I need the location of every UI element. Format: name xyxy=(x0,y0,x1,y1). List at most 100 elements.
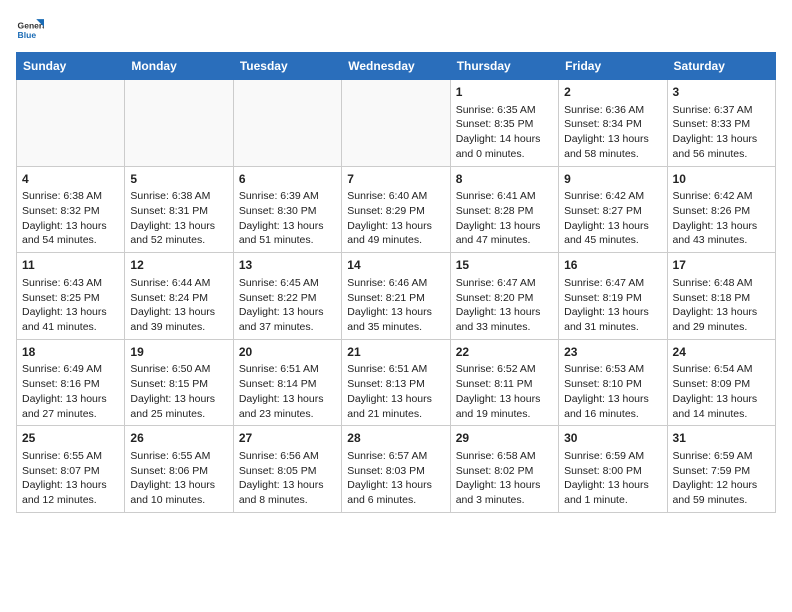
day-info: Sunrise: 6:46 AMSunset: 8:21 PMDaylight:… xyxy=(347,276,444,335)
day-number: 30 xyxy=(564,430,661,447)
weekday-header-thursday: Thursday xyxy=(450,53,558,80)
weekday-header-friday: Friday xyxy=(559,53,667,80)
day-number: 21 xyxy=(347,344,444,361)
day-info: Sunrise: 6:51 AMSunset: 8:13 PMDaylight:… xyxy=(347,362,444,421)
calendar-cell: 2Sunrise: 6:36 AMSunset: 8:34 PMDaylight… xyxy=(559,80,667,167)
calendar-cell: 7Sunrise: 6:40 AMSunset: 8:29 PMDaylight… xyxy=(342,166,450,253)
logo: General Blue xyxy=(16,16,44,44)
day-info: Sunrise: 6:42 AMSunset: 8:26 PMDaylight:… xyxy=(673,189,770,248)
day-info: Sunrise: 6:43 AMSunset: 8:25 PMDaylight:… xyxy=(22,276,119,335)
day-info: Sunrise: 6:47 AMSunset: 8:20 PMDaylight:… xyxy=(456,276,553,335)
day-number: 26 xyxy=(130,430,227,447)
weekday-header-saturday: Saturday xyxy=(667,53,775,80)
day-number: 31 xyxy=(673,430,770,447)
day-number: 10 xyxy=(673,171,770,188)
day-number: 6 xyxy=(239,171,336,188)
day-number: 28 xyxy=(347,430,444,447)
day-number: 1 xyxy=(456,84,553,101)
calendar-cell: 18Sunrise: 6:49 AMSunset: 8:16 PMDayligh… xyxy=(17,339,125,426)
day-number: 9 xyxy=(564,171,661,188)
calendar-week-3: 11 Sunrise: 6:43 AMSunset: 8:25 PMDayligh… xyxy=(17,253,776,340)
day-number: 3 xyxy=(673,84,770,101)
calendar-cell xyxy=(342,80,450,167)
calendar-cell: 30 Sunrise: 6:59 AMSunset: 8:00 PMDayligh… xyxy=(559,426,667,513)
calendar-cell: 17Sunrise: 6:48 AMSunset: 8:18 PMDayligh… xyxy=(667,253,775,340)
day-info: Sunrise: 6:56 AMSunset: 8:05 PMDaylight:… xyxy=(239,449,336,508)
day-number: 14 xyxy=(347,257,444,274)
day-info: Sunrise: 6:38 AMSunset: 8:32 PMDaylight:… xyxy=(22,189,119,248)
day-info: Sunrise: 6:55 AMSunset: 8:07 PMDaylight:… xyxy=(22,449,119,508)
day-number: 11 xyxy=(22,257,119,274)
calendar-cell: 23Sunrise: 6:53 AMSunset: 8:10 PMDayligh… xyxy=(559,339,667,426)
calendar-cell: 28 Sunrise: 6:57 AMSunset: 8:03 PMDayligh… xyxy=(342,426,450,513)
day-info: Sunrise: 6:37 AMSunset: 8:33 PMDaylight:… xyxy=(673,103,770,162)
calendar-cell: 9Sunrise: 6:42 AMSunset: 8:27 PMDaylight… xyxy=(559,166,667,253)
calendar-cell: 12Sunrise: 6:44 AMSunset: 8:24 PMDayligh… xyxy=(125,253,233,340)
calendar-cell: 29 Sunrise: 6:58 AMSunset: 8:02 PMDayligh… xyxy=(450,426,558,513)
day-number: 22 xyxy=(456,344,553,361)
calendar-cell: 3 Sunrise: 6:37 AMSunset: 8:33 PMDaylight… xyxy=(667,80,775,167)
calendar-cell: 10Sunrise: 6:42 AMSunset: 8:26 PMDayligh… xyxy=(667,166,775,253)
weekday-header-wednesday: Wednesday xyxy=(342,53,450,80)
calendar-cell: 24Sunrise: 6:54 AMSunset: 8:09 PMDayligh… xyxy=(667,339,775,426)
day-number: 4 xyxy=(22,171,119,188)
calendar-cell: 6Sunrise: 6:39 AMSunset: 8:30 PMDaylight… xyxy=(233,166,341,253)
calendar-table: SundayMondayTuesdayWednesdayThursdayFrid… xyxy=(16,52,776,513)
day-info: Sunrise: 6:45 AMSunset: 8:22 PMDaylight:… xyxy=(239,276,336,335)
day-info: Sunrise: 6:52 AMSunset: 8:11 PMDaylight:… xyxy=(456,362,553,421)
day-info: Sunrise: 6:36 AMSunset: 8:34 PMDaylight:… xyxy=(564,103,661,162)
day-number: 8 xyxy=(456,171,553,188)
calendar-cell: 14 Sunrise: 6:46 AMSunset: 8:21 PMDayligh… xyxy=(342,253,450,340)
day-info: Sunrise: 6:38 AMSunset: 8:31 PMDaylight:… xyxy=(130,189,227,248)
calendar-week-1: 1 Sunrise: 6:35 AMSunset: 8:35 PMDaylight… xyxy=(17,80,776,167)
day-number: 24 xyxy=(673,344,770,361)
calendar-cell: 27 Sunrise: 6:56 AMSunset: 8:05 PMDayligh… xyxy=(233,426,341,513)
calendar-cell: 26 Sunrise: 6:55 AMSunset: 8:06 PMDayligh… xyxy=(125,426,233,513)
day-info: Sunrise: 6:59 AMSunset: 7:59 PMDaylight:… xyxy=(673,449,770,508)
day-info: Sunrise: 6:55 AMSunset: 8:06 PMDaylight:… xyxy=(130,449,227,508)
day-info: Sunrise: 6:39 AMSunset: 8:30 PMDaylight:… xyxy=(239,189,336,248)
day-info: Sunrise: 6:49 AMSunset: 8:16 PMDaylight:… xyxy=(22,362,119,421)
day-info: Sunrise: 6:44 AMSunset: 8:24 PMDaylight:… xyxy=(130,276,227,335)
day-number: 5 xyxy=(130,171,227,188)
day-info: Sunrise: 6:51 AMSunset: 8:14 PMDaylight:… xyxy=(239,362,336,421)
day-number: 7 xyxy=(347,171,444,188)
day-info: Sunrise: 6:41 AMSunset: 8:28 PMDaylight:… xyxy=(456,189,553,248)
calendar-cell xyxy=(233,80,341,167)
day-number: 17 xyxy=(673,257,770,274)
day-info: Sunrise: 6:35 AMSunset: 8:35 PMDaylight:… xyxy=(456,103,553,162)
calendar-week-4: 18Sunrise: 6:49 AMSunset: 8:16 PMDayligh… xyxy=(17,339,776,426)
day-info: Sunrise: 6:58 AMSunset: 8:02 PMDaylight:… xyxy=(456,449,553,508)
calendar-cell: 15 Sunrise: 6:47 AMSunset: 8:20 PMDayligh… xyxy=(450,253,558,340)
calendar-cell: 22Sunrise: 6:52 AMSunset: 8:11 PMDayligh… xyxy=(450,339,558,426)
calendar-cell xyxy=(17,80,125,167)
day-number: 27 xyxy=(239,430,336,447)
calendar-cell xyxy=(125,80,233,167)
logo-icon: General Blue xyxy=(16,16,44,44)
day-number: 15 xyxy=(456,257,553,274)
calendar-cell: 5Sunrise: 6:38 AMSunset: 8:31 PMDaylight… xyxy=(125,166,233,253)
page-header: General Blue xyxy=(16,16,776,44)
day-info: Sunrise: 6:57 AMSunset: 8:03 PMDaylight:… xyxy=(347,449,444,508)
day-info: Sunrise: 6:59 AMSunset: 8:00 PMDaylight:… xyxy=(564,449,661,508)
calendar-cell: 31 Sunrise: 6:59 AMSunset: 7:59 PMDayligh… xyxy=(667,426,775,513)
calendar-cell: 19Sunrise: 6:50 AMSunset: 8:15 PMDayligh… xyxy=(125,339,233,426)
calendar-week-2: 4Sunrise: 6:38 AMSunset: 8:32 PMDaylight… xyxy=(17,166,776,253)
calendar-header-row: SundayMondayTuesdayWednesdayThursdayFrid… xyxy=(17,53,776,80)
calendar-body: 1 Sunrise: 6:35 AMSunset: 8:35 PMDaylight… xyxy=(17,80,776,513)
weekday-header-sunday: Sunday xyxy=(17,53,125,80)
day-number: 13 xyxy=(239,257,336,274)
weekday-header-tuesday: Tuesday xyxy=(233,53,341,80)
calendar-cell: 21Sunrise: 6:51 AMSunset: 8:13 PMDayligh… xyxy=(342,339,450,426)
day-info: Sunrise: 6:47 AMSunset: 8:19 PMDaylight:… xyxy=(564,276,661,335)
day-number: 20 xyxy=(239,344,336,361)
calendar-cell: 11 Sunrise: 6:43 AMSunset: 8:25 PMDayligh… xyxy=(17,253,125,340)
day-info: Sunrise: 6:42 AMSunset: 8:27 PMDaylight:… xyxy=(564,189,661,248)
calendar-cell: 25 Sunrise: 6:55 AMSunset: 8:07 PMDayligh… xyxy=(17,426,125,513)
calendar-cell: 4Sunrise: 6:38 AMSunset: 8:32 PMDaylight… xyxy=(17,166,125,253)
day-info: Sunrise: 6:53 AMSunset: 8:10 PMDaylight:… xyxy=(564,362,661,421)
day-number: 19 xyxy=(130,344,227,361)
day-number: 16 xyxy=(564,257,661,274)
day-number: 29 xyxy=(456,430,553,447)
day-number: 25 xyxy=(22,430,119,447)
